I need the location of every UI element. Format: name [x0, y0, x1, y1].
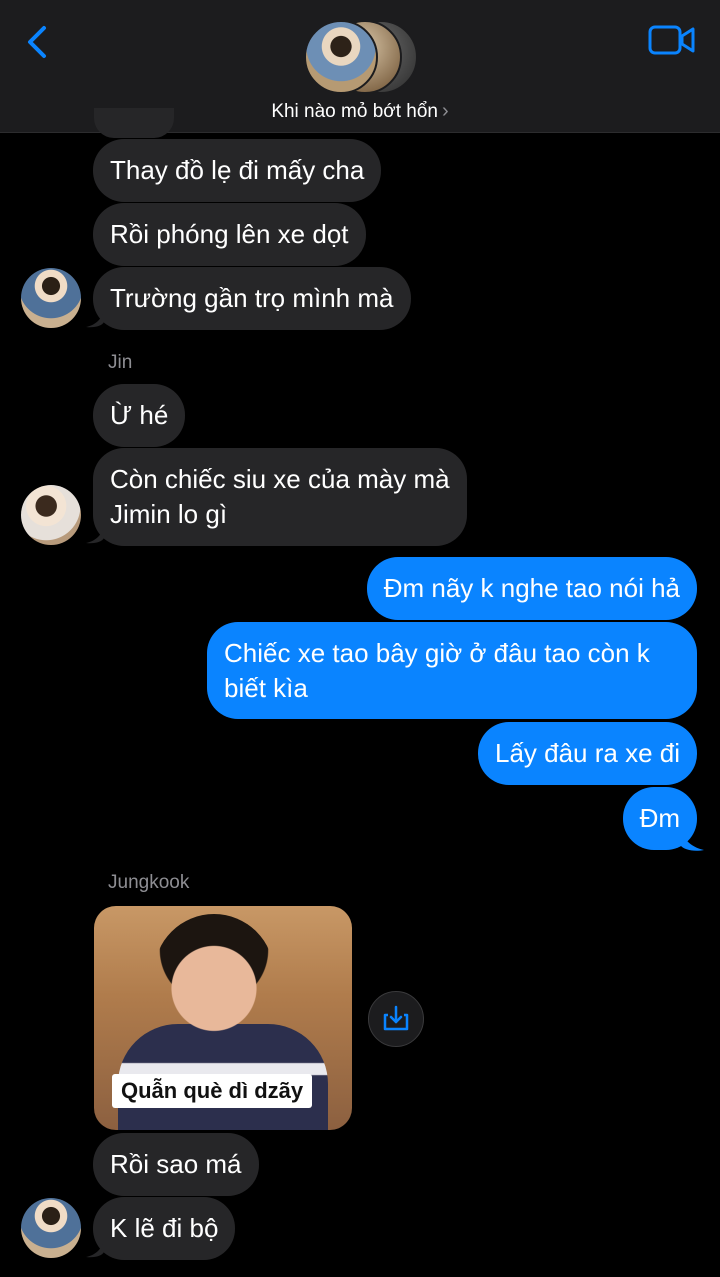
message-bubble[interactable]: K lẽ đi bộ	[93, 1197, 236, 1260]
group-name: Khi nào mỏ bớt hổn	[271, 101, 438, 122]
sender-name: Jungkook	[108, 872, 190, 893]
message-bubble-outgoing[interactable]: Lấy đâu ra xe đi	[477, 722, 697, 785]
back-chevron-icon	[28, 26, 46, 58]
image-person-head	[154, 914, 274, 1034]
sender-avatar[interactable]	[21, 268, 81, 328]
message-text-line: biết kìa	[224, 673, 308, 703]
sender-avatar[interactable]	[21, 1198, 81, 1258]
bubble-tail	[86, 306, 104, 328]
message-bubble-outgoing[interactable]: Đm nãy k nghe tao nói hả	[366, 557, 697, 620]
message-text-line: Chiếc xe tao bây giờ ở đâu tao còn k	[224, 638, 650, 668]
bubble-tail	[680, 826, 704, 851]
group-avatar-stack[interactable]	[304, 20, 418, 94]
sender-avatar[interactable]	[21, 485, 81, 545]
partial-message-bubble	[94, 108, 174, 138]
video-call-icon	[648, 25, 695, 55]
download-icon	[383, 1005, 409, 1031]
message-text-line: Jimin lo gì	[110, 499, 228, 529]
sender-name: Jin	[108, 352, 133, 373]
message-text: Lấy đâu ra xe đi	[494, 738, 680, 768]
message-text-line: Còn chiếc siu xe của mày mà	[110, 464, 450, 494]
image-message[interactable]: Quẫn què dì dzãy	[94, 906, 352, 1130]
message-bubble[interactable]: Thay đồ lẹ đi mấy cha	[93, 139, 382, 202]
message-bubble[interactable]: Ừ hé	[93, 384, 186, 447]
message-text: Rồi sao má	[110, 1149, 242, 1179]
chevron-right-icon: ›	[442, 100, 449, 122]
message-bubble[interactable]: Rồi phóng lên xe dọt	[93, 203, 366, 266]
message-text: Rồi phóng lên xe dọt	[110, 219, 349, 249]
message-text: K lẽ đi bộ	[110, 1213, 219, 1243]
message-bubble-outgoing[interactable]: Chiếc xe tao bây giờ ở đâu tao còn k biế…	[207, 622, 697, 719]
message-text: Ừ hé	[110, 400, 169, 430]
message-bubble[interactable]: Trường gần trọ mình mà	[93, 267, 411, 330]
message-bubble[interactable]: Còn chiếc siu xe của mày mà Jimin lo gì	[93, 448, 467, 546]
group-avatar-1	[304, 20, 378, 94]
message-text: Đm	[639, 803, 680, 833]
bubble-tail	[86, 522, 104, 544]
video-call-button[interactable]	[648, 24, 696, 56]
bubble-tail	[86, 1236, 104, 1258]
back-button[interactable]	[22, 22, 58, 62]
message-text: Thay đồ lẹ đi mấy cha	[110, 155, 365, 185]
message-bubble[interactable]: Rồi sao má	[93, 1133, 259, 1196]
message-text: Đm nãy k nghe tao nói hả	[383, 573, 680, 603]
save-image-button[interactable]	[368, 991, 424, 1047]
image-caption: Quẫn què dì dzãy	[112, 1074, 313, 1108]
message-text: Trường gần trọ mình mà	[110, 283, 394, 313]
